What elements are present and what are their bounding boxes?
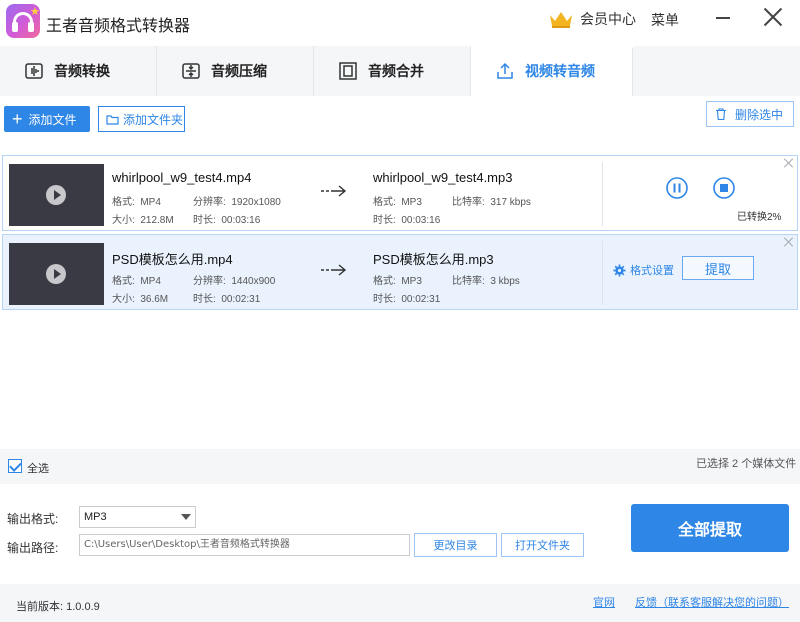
delete-selected-button[interactable]: 删除选中 (706, 101, 794, 127)
output-bitrate: 比特率: 3 kbps (452, 276, 520, 287)
toolbar: + 添加文件 添加文件夹 (0, 96, 800, 146)
merge-icon (338, 61, 358, 81)
output-path-label: 输出路径: (7, 541, 59, 555)
output-format-value: MP3 (84, 511, 107, 523)
tab-audio-merge[interactable]: 音频合并 (314, 46, 471, 96)
stop-icon (713, 177, 735, 199)
remove-row-icon[interactable] (783, 236, 795, 248)
divider (602, 162, 603, 226)
conversion-progress: 已转换2% (737, 212, 782, 223)
source-resolution: 分辨率: 1440x900 (193, 276, 276, 287)
selected-count: 已选择 2 个媒体文件 (696, 458, 797, 470)
extract-all-button[interactable]: 全部提取 (631, 504, 789, 552)
folder-icon (106, 114, 119, 125)
status-footer: 当前版本: 1.0.0.9 官网 反馈（联系客服解决您的问题） (0, 584, 800, 622)
source-size: 大小: 212.8M (112, 215, 174, 226)
file-row[interactable]: whirlpool_w9_test4.mp4 格式: MP4 分辨率: 1920… (2, 155, 798, 231)
vip-center-label: 会员中心 (580, 11, 636, 27)
crown-icon (548, 9, 574, 29)
app-logo: ★ (6, 4, 40, 38)
file-row[interactable]: PSD模板怎么用.mp4 格式: MP4 分辨率: 1440x900 大小: 3… (2, 234, 798, 310)
format-settings-button[interactable]: 格式设置 (613, 262, 674, 278)
source-format: 格式: MP4 (112, 197, 161, 208)
play-icon[interactable] (46, 185, 66, 205)
vip-center-button[interactable]: 会员中心 (548, 9, 636, 29)
menu-button[interactable]: 菜单 (651, 10, 679, 30)
remove-row-icon[interactable] (783, 157, 795, 169)
divider (602, 241, 603, 305)
output-format-label: 输出格式: (7, 512, 59, 526)
trash-icon (716, 108, 726, 120)
output-duration: 时长: 00:02:31 (373, 294, 441, 305)
format-settings-label: 格式设置 (630, 265, 674, 277)
video-thumbnail[interactable] (9, 164, 104, 226)
open-folder-button[interactable]: 打开文件夹 (501, 533, 584, 557)
output-path-field[interactable]: C:\Users\User\Desktop\王者音频格式转换器 (79, 534, 410, 556)
change-directory-button[interactable]: 更改目录 (414, 533, 497, 557)
tab-audio-compress[interactable]: 音频压缩 (157, 46, 314, 96)
source-resolution: 分辨率: 1920x1080 (193, 197, 281, 208)
audio-wave-icon (24, 61, 44, 81)
tab-label: 音频合并 (368, 63, 424, 79)
website-link[interactable]: 官网 (593, 594, 615, 610)
tab-label: 视频转音频 (525, 63, 595, 79)
tab-label: 音频压缩 (211, 63, 267, 79)
add-folder-button[interactable]: 添加文件夹 (98, 106, 185, 132)
arrow-right-icon (321, 263, 347, 277)
output-format-select[interactable]: MP3 (79, 506, 196, 528)
compress-icon (181, 61, 201, 81)
output-file-name: whirlpool_w9_test4.mp3 (373, 170, 513, 185)
minimize-button[interactable] (714, 8, 734, 28)
gear-icon (613, 263, 626, 277)
source-size: 大小: 36.6M (112, 294, 169, 305)
title-bar: ★ 王者音频格式转换器 会员中心 菜单 (0, 0, 800, 40)
app-title: 王者音频格式转换器 (46, 18, 191, 35)
source-file-name: PSD模板怎么用.mp4 (112, 252, 233, 267)
video-thumbnail[interactable] (9, 243, 104, 305)
add-file-label: 添加文件 (28, 112, 77, 127)
source-file-name: whirlpool_w9_test4.mp4 (112, 170, 252, 185)
chevron-down-icon (181, 514, 191, 520)
file-list: whirlpool_w9_test4.mp4 格式: MP4 分辨率: 1920… (0, 146, 800, 446)
pause-button[interactable] (665, 176, 689, 200)
delete-selected-label: 删除选中 (735, 107, 784, 122)
output-format: 格式: MP3 (373, 197, 422, 208)
output-file-name: PSD模板怎么用.mp3 (373, 252, 494, 267)
select-all-checkbox[interactable] (8, 459, 22, 473)
upload-icon (495, 61, 515, 81)
close-window-button[interactable] (762, 6, 784, 28)
version-text: 当前版本: 1.0.0.9 (16, 601, 100, 613)
tab-label: 音频转换 (54, 63, 110, 79)
pause-icon (666, 177, 688, 199)
extract-button[interactable]: 提取 (682, 256, 754, 280)
tab-audio-convert[interactable]: 音频转换 (0, 46, 157, 96)
source-duration: 时长: 00:02:31 (193, 294, 261, 305)
selection-bar: 全选 已选择 2 个媒体文件 (0, 449, 800, 484)
output-bitrate: 比特率: 317 kbps (452, 197, 531, 208)
play-icon[interactable] (46, 264, 66, 284)
tab-video-to-audio[interactable]: 视频转音频 (471, 46, 633, 96)
output-panel: 输出格式: MP3 输出路径: C:\Users\User\Desktop\王者… (0, 490, 800, 580)
source-duration: 时长: 00:03:16 (193, 215, 261, 226)
source-format: 格式: MP4 (112, 276, 161, 287)
feature-tabs: 音频转换 音频压缩 音频合并 视频转音频 (0, 46, 800, 96)
add-file-button[interactable]: + 添加文件 (4, 106, 90, 132)
plus-icon: + (12, 109, 23, 129)
select-all-label[interactable]: 全选 (27, 460, 49, 476)
output-format: 格式: MP3 (373, 276, 422, 287)
stop-button[interactable] (712, 176, 736, 200)
output-duration: 时长: 00:03:16 (373, 215, 441, 226)
feedback-link[interactable]: 反馈（联系客服解决您的问题） (635, 594, 789, 610)
arrow-right-icon (321, 184, 347, 198)
add-folder-label: 添加文件夹 (123, 112, 184, 127)
